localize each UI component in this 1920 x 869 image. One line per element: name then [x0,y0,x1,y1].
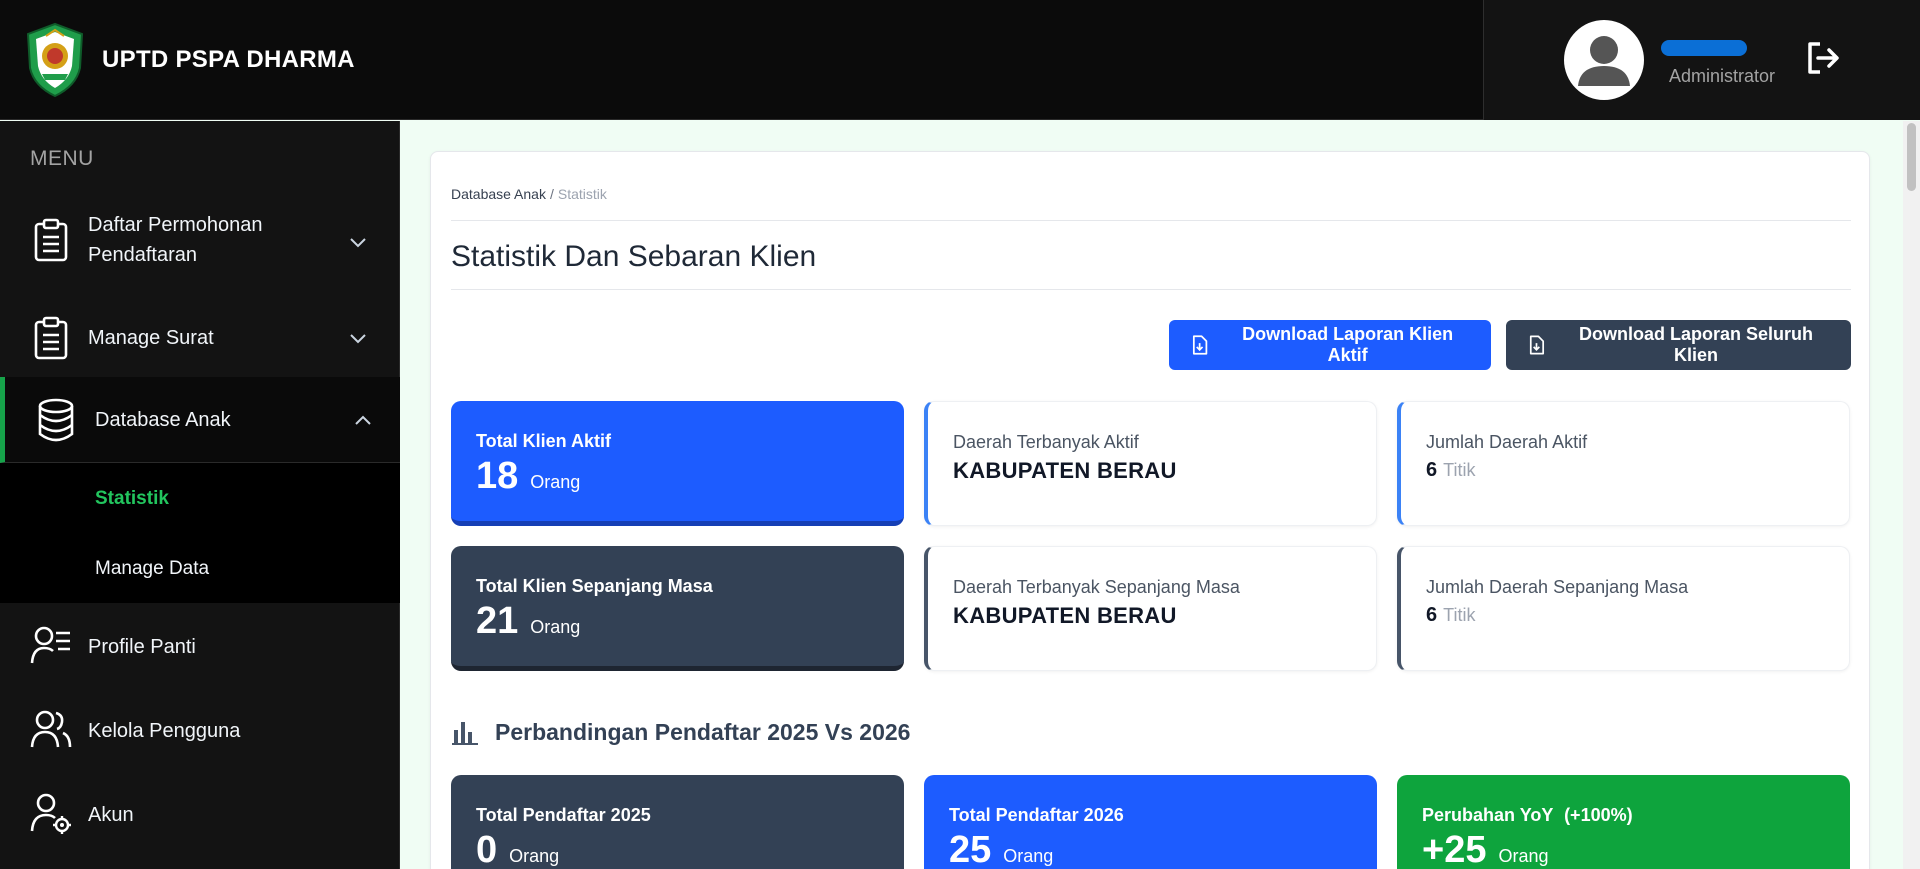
stat-unit: Orang [1003,846,1054,866]
stat-value: 21 [476,600,519,642]
breadcrumb-parent[interactable]: Database Anak [451,186,546,202]
sidebar-item-profile-panti[interactable]: Profile Panti [0,617,400,677]
stat-daerah-terbanyak-aktif: Daerah Terbanyak Aktif KABUPATEN BERAU [924,401,1377,526]
sidebar: MENU Daftar Permohonan Pendaftaran Manag… [0,121,400,869]
stat-title: Daerah Terbanyak Aktif [953,432,1139,452]
stat-unit: Orang [530,472,581,492]
page-title: Statistik Dan Sebaran Klien [451,240,817,273]
bar-chart-icon [452,722,478,745]
file-download-icon [1529,335,1545,355]
stat-value: 18 [476,455,519,497]
user-gear-icon [30,793,71,834]
submenu-database-anak: Statistik Manage Data [0,463,400,603]
main-content: Database Anak / Statistik Statistik Dan Se… [401,121,1920,869]
stat-unit: Orang [1498,846,1549,866]
content-card: Database Anak / Statistik Statistik Dan Se… [430,151,1870,869]
avatar[interactable] [1564,20,1644,100]
stat-perubahan-yoy: Perubahan YoY (+100%) +25 Orang [1397,775,1850,869]
logout-icon[interactable] [1802,38,1842,78]
stat-unit: Titik [1443,460,1476,480]
stat-title: Perubahan YoY (+100%) [1422,805,1633,826]
divider [451,220,1851,221]
stat-title: Total Klien Sepanjang Masa [476,576,713,596]
database-icon [38,398,74,442]
submenu-item-statistik[interactable]: Statistik [95,488,169,510]
stat-title: Total Klien Aktif [476,431,611,451]
sidebar-item-manage-surat[interactable]: Manage Surat [0,303,400,373]
user-role: Administrator [1669,66,1776,86]
user-avatar-icon [1578,36,1630,86]
menu-label: MENU [30,147,94,170]
submenu-item-manage-data[interactable]: Manage Data [95,558,209,580]
chevron-up-icon [355,415,371,425]
stat-value: 6 [1426,604,1438,626]
brand[interactable]: UPTD PSPA DHARMA [24,22,355,98]
stat-value: +25 [1422,829,1487,869]
sidebar-item-kelola-pengguna[interactable]: Kelola Pengguna [0,701,400,761]
stat-total-klien-aktif: Total Klien Aktif 18 Orang [451,401,904,526]
stat-value: 6 [1426,459,1438,481]
clipboard-icon [34,218,68,262]
stat-title-text: Perubahan YoY [1422,805,1554,825]
sidebar-item-daftar-permohonan[interactable]: Daftar Permohonan Pendaftaran [0,205,400,275]
divider [451,289,1851,290]
stat-jumlah-daerah-sepanjang-masa: Jumlah Daerah Sepanjang Masa 6 Titik [1397,546,1850,671]
sidebar-item-akun[interactable]: Akun [0,785,400,845]
users-icon [30,710,72,748]
stat-value: KABUPATEN BERAU [953,458,1177,483]
user-area: Administrator [1483,0,1920,120]
sidebar-item-label: Manage Surat [88,327,214,349]
download-active-button[interactable]: Download Laporan Klien Aktif [1169,320,1491,370]
breadcrumb-separator: / [549,186,554,202]
breadcrumb: Database Anak / Statistik [451,186,607,202]
chevron-down-icon [350,334,366,344]
stat-title: Total Pendaftar 2026 [949,805,1124,825]
clipboard-icon [34,316,68,360]
stat-title: Daerah Terbanyak Sepanjang Masa [953,577,1240,597]
scrollbar[interactable] [1903,121,1920,869]
sidebar-item-label: Daftar Permohonan Pendaftaran [88,214,263,266]
stat-value: KABUPATEN BERAU [953,603,1177,628]
stat-total-pendaftar-2026: Total Pendaftar 2026 25 Orang [924,775,1377,869]
comparison-section-title: Perbandingan Pendaftar 2025 Vs 2026 [451,718,910,746]
breadcrumb-current: Statistik [557,186,607,202]
download-all-button[interactable]: Download Laporan Seluruh Klien [1506,320,1851,370]
stat-value: 0 [476,829,498,869]
stat-total-klien-sepanjang-masa: Total Klien Sepanjang Masa 21 Orang [451,546,904,671]
stat-title: Total Pendaftar 2025 [476,805,651,825]
stat-jumlah-daerah-aktif: Jumlah Daerah Aktif 6 Titik [1397,401,1850,526]
user-list-icon [30,626,70,664]
stat-unit: Titik [1443,605,1476,625]
user-name-redacted [1661,40,1747,56]
stat-total-pendaftar-2025: Total Pendaftar 2025 0 Orang [451,775,904,869]
sidebar-item-label: Akun [88,804,134,826]
section-title-text: Perbandingan Pendaftar 2025 Vs 2026 [495,718,911,745]
stat-value: 25 [949,829,992,869]
stat-title: Jumlah Daerah Sepanjang Masa [1426,577,1689,597]
stat-unit: Orang [509,846,560,866]
chevron-down-icon [350,238,366,248]
stat-unit: Orang [530,617,581,637]
scrollbar-thumb[interactable] [1907,123,1916,191]
sidebar-item-label: Database Anak [95,409,231,431]
sidebar-item-label: Kelola Pengguna [88,720,241,742]
top-header: UPTD PSPA DHARMA Administrator [0,0,1920,120]
stat-daerah-terbanyak-sepanjang-masa: Daerah Terbanyak Sepanjang Masa KABUPATE… [924,546,1377,671]
sidebar-item-label: Profile Panti [88,636,196,658]
sidebar-item-database-anak[interactable]: Database Anak [0,377,400,463]
shield-logo-icon [26,22,84,98]
download-all-label: Download Laporan Seluruh Klien [1578,324,1813,365]
app-name: UPTD PSPA DHARMA [102,46,355,73]
stat-title: Jumlah Daerah Aktif [1426,432,1588,452]
download-active-label: Download Laporan Klien Aktif [1242,324,1454,365]
file-download-icon [1192,335,1208,355]
yoy-badge: (+100%) [1564,805,1633,825]
